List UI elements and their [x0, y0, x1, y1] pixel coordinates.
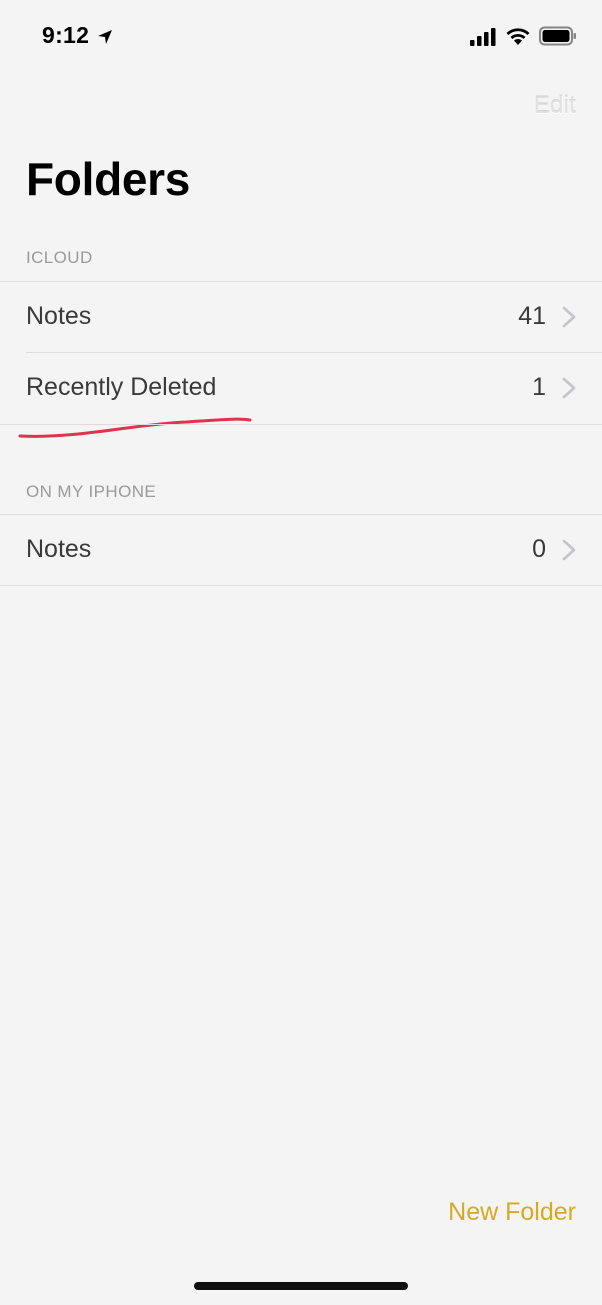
- new-folder-button[interactable]: New Folder: [448, 1198, 576, 1227]
- folder-count: 0: [532, 535, 546, 563]
- location-arrow-icon: [98, 30, 112, 44]
- folder-count: 41: [518, 302, 546, 330]
- chevron-right-icon: [562, 539, 576, 561]
- status-time: 9:12: [42, 22, 90, 48]
- folder-row-iphone-notes[interactable]: Notes 0: [0, 515, 602, 585]
- folder-name: Notes: [26, 302, 92, 330]
- folder-count: 1: [532, 373, 546, 401]
- divider: [0, 424, 602, 425]
- chevron-right-icon: [562, 377, 576, 399]
- folder-name: Recently Deleted: [26, 373, 217, 401]
- edit-button[interactable]: Edit: [534, 92, 576, 120]
- divider: [0, 585, 602, 586]
- folder-name: Notes: [26, 535, 92, 563]
- chevron-right-icon: [562, 306, 576, 328]
- wifi-icon: [506, 28, 530, 45]
- annotation-underline: [18, 417, 252, 438]
- folder-row-icloud-notes[interactable]: Notes 41: [0, 282, 602, 352]
- page-title: Folders: [26, 153, 191, 205]
- home-indicator[interactable]: [194, 1282, 408, 1290]
- section-header-on-my-iphone: ON MY IPHONE: [26, 482, 157, 501]
- cellular-signal-icon: [470, 28, 496, 46]
- section-header-icloud: ICLOUD: [26, 248, 93, 267]
- battery-icon: [539, 26, 576, 46]
- status-bar: 9:12: [0, 0, 602, 80]
